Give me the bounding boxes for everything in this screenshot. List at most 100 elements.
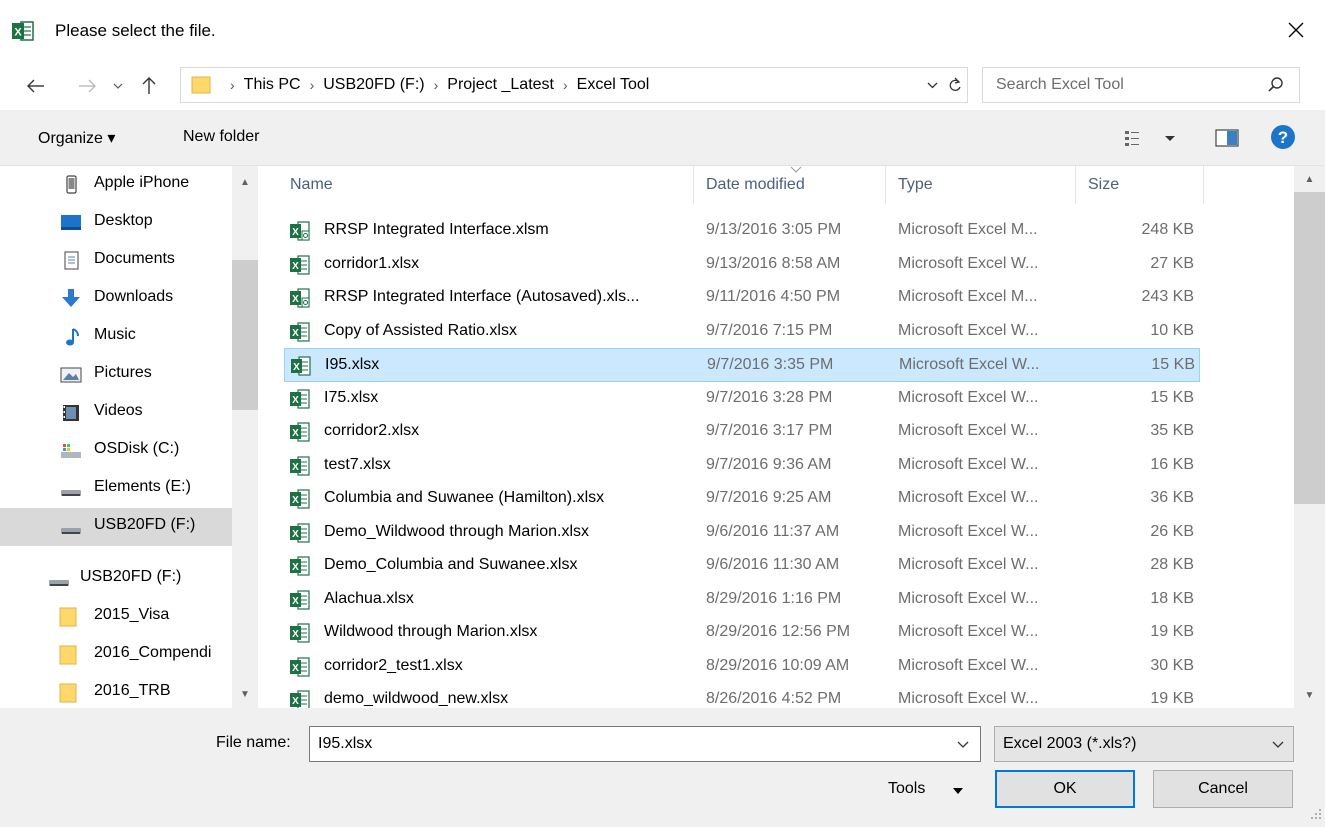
nav-item-label: Music bbox=[94, 326, 136, 343]
search-box[interactable]: Search Excel Tool bbox=[982, 67, 1300, 103]
address-bar[interactable]: › This PC › USB20FD (F:) › Project _Late… bbox=[180, 67, 968, 103]
nav-item-label: Downloads bbox=[94, 288, 174, 305]
address-history-button[interactable] bbox=[921, 68, 943, 102]
up-button[interactable] bbox=[137, 73, 161, 99]
cancel-button[interactable]: Cancel bbox=[1153, 770, 1293, 808]
file-scroll-up-icon[interactable]: ▲ bbox=[1294, 166, 1325, 192]
nav-item[interactable]: Videos bbox=[0, 394, 232, 432]
file-name-input[interactable] bbox=[309, 726, 981, 762]
tools-button[interactable]: Tools bbox=[888, 780, 925, 798]
file-row[interactable]: Xcorridor1.xlsx 9/13/2016 8:58 AM Microsof… bbox=[284, 248, 1200, 282]
file-row[interactable]: Xdemo_wildwood_new.xlsx 8/26/2016 4:52 PM… bbox=[284, 683, 1200, 708]
recent-locations-button[interactable] bbox=[110, 73, 126, 99]
column-header-type[interactable]: Type bbox=[886, 166, 1076, 204]
file-type-select[interactable]: Excel 2003 (*.xls?) bbox=[994, 726, 1294, 762]
nav-item-label: Videos bbox=[94, 402, 143, 419]
nav-item[interactable]: Music bbox=[0, 318, 232, 356]
chevron-down-icon bbox=[957, 741, 969, 748]
file-row[interactable]: X Demo_Columbia and Suwanee.xlsx 9/6/2016 … bbox=[284, 549, 1200, 583]
file-row[interactable]: X I75.xlsx 9/7/2016 3:28 PM Microsoft Excel… bbox=[284, 382, 1200, 416]
file-row[interactable]: X RRSP Integrated Interface.xlsm 9/13/2016… bbox=[284, 214, 1200, 248]
svg-text:X: X bbox=[292, 629, 299, 640]
breadcrumb-usb-drive[interactable]: USB20FD (F:) bbox=[323, 76, 424, 94]
column-header-size[interactable]: Size bbox=[1076, 166, 1204, 204]
nav-item[interactable]: Desktop bbox=[0, 204, 232, 242]
nav-item-label: Elements (E:) bbox=[94, 478, 191, 495]
file-size-cell: 19 KB bbox=[1150, 623, 1194, 640]
file-row[interactable]: Xtest7.xlsx 9/7/2016 9:36 AM Microsoft Exc… bbox=[284, 449, 1200, 483]
change-view-icon[interactable] bbox=[1123, 127, 1183, 149]
refresh-button[interactable] bbox=[943, 68, 967, 102]
svg-text:X: X bbox=[292, 696, 299, 707]
breadcrumb-separator: › bbox=[563, 77, 568, 93]
breadcrumb-this-pc[interactable]: This PC bbox=[244, 76, 301, 94]
close-icon[interactable] bbox=[1284, 18, 1308, 42]
folder-icon bbox=[58, 645, 80, 665]
nav-scrollbar-thumb[interactable] bbox=[232, 260, 258, 410]
file-list-scrollbar-thumb[interactable] bbox=[1294, 192, 1325, 504]
column-header-name[interactable]: Name bbox=[270, 166, 694, 204]
help-icon[interactable]: ? bbox=[1270, 124, 1296, 150]
file-row[interactable]: X Copy of Assisted Ratio.xlsx 9/7/2016 7:1… bbox=[284, 315, 1200, 349]
file-date-cell: 9/6/2016 11:30 AM bbox=[706, 556, 840, 573]
file-row[interactable]: Xcorridor2.xlsx 9/7/2016 3:17 PM Microsoft… bbox=[284, 415, 1200, 449]
forward-arrow-icon bbox=[79, 79, 96, 93]
excel-file-icon: X bbox=[290, 522, 310, 543]
organize-button[interactable]: Organize ▾ bbox=[38, 128, 115, 148]
excel-file-icon: X bbox=[290, 388, 310, 409]
forward-button[interactable] bbox=[75, 73, 99, 99]
file-type-dropdown[interactable] bbox=[1265, 727, 1291, 761]
nav-item[interactable]: Pictures bbox=[0, 356, 232, 394]
back-button[interactable] bbox=[24, 73, 48, 99]
nav-item[interactable]: 2016_Compendi bbox=[0, 636, 232, 674]
phone-icon bbox=[60, 175, 82, 195]
nav-item[interactable]: OSDisk (C:) bbox=[0, 432, 232, 470]
svg-text:X: X bbox=[292, 462, 299, 473]
chevron-down-icon bbox=[1272, 741, 1284, 748]
file-row[interactable]: X RRSP Integrated Interface (Autosaved).x… bbox=[284, 281, 1200, 315]
nav-scroll-down-icon[interactable]: ▼ bbox=[232, 682, 258, 706]
preview-pane-icon[interactable] bbox=[1215, 128, 1239, 148]
file-name-cell: test7.xlsx bbox=[324, 455, 391, 473]
file-type-cell: Microsoft Excel W... bbox=[898, 321, 1039, 339]
file-name-cell: corridor2.xlsx bbox=[324, 422, 420, 439]
ok-button[interactable]: OK bbox=[995, 770, 1135, 808]
svg-text:X: X bbox=[292, 495, 299, 506]
nav-item-label: Desktop bbox=[94, 212, 153, 229]
pictures-icon bbox=[60, 365, 82, 385]
nav-item[interactable]: 2015_Visa bbox=[0, 598, 232, 636]
nav-scrollbar[interactable] bbox=[232, 166, 258, 708]
file-scroll-down-icon[interactable]: ▼ bbox=[1294, 682, 1325, 708]
file-name-cell: Wildwood through Marion.xlsx bbox=[324, 623, 538, 640]
file-date-cell: 9/7/2016 9:36 AM bbox=[706, 455, 832, 473]
svg-text:?: ? bbox=[1278, 128, 1288, 147]
file-row[interactable]: X Demo_Wildwood through Marion.xlsx 9/6/20… bbox=[284, 516, 1200, 550]
file-type-cell: Microsoft Excel M... bbox=[898, 288, 1038, 305]
file-row[interactable]: X Columbia and Suwanee (Hamilton).xlsx 9/7… bbox=[284, 482, 1200, 516]
nav-item[interactable]: USB20FD (F:) bbox=[0, 560, 232, 598]
nav-item[interactable]: Apple iPhone bbox=[0, 166, 232, 204]
file-row[interactable]: X Wildwood through Marion.xlsx 8/29/2016 1… bbox=[284, 616, 1200, 650]
nav-item[interactable]: 2016_TRB bbox=[0, 674, 232, 708]
tools-dropdown-icon[interactable] bbox=[952, 786, 964, 796]
file-row[interactable]: Xcorridor2_test1.xlsx 8/29/2016 10:09 AM M… bbox=[284, 650, 1200, 684]
file-name-dropdown[interactable] bbox=[946, 727, 980, 761]
file-size-cell: 28 KB bbox=[1150, 556, 1194, 573]
nav-item[interactable]: Elements (E:) bbox=[0, 470, 232, 508]
nav-scroll-up-icon[interactable]: ▲ bbox=[232, 170, 258, 194]
nav-item[interactable]: Downloads bbox=[0, 280, 232, 318]
file-row[interactable]: X I95.xlsx 9/7/2016 3:35 PM Microsoft Excel… bbox=[284, 348, 1200, 382]
svg-text:X: X bbox=[292, 227, 299, 238]
up-arrow-icon bbox=[142, 77, 156, 94]
resize-grip-icon[interactable] bbox=[1310, 808, 1322, 820]
file-row[interactable]: X Alachua.xlsx 8/29/2016 1:16 PM Microsoft … bbox=[284, 583, 1200, 617]
search-input[interactable]: Search Excel Tool bbox=[996, 68, 1124, 102]
breadcrumb-project-latest[interactable]: Project _Latest bbox=[447, 76, 554, 94]
nav-item[interactable]: USB20FD (F:) bbox=[0, 508, 232, 546]
file-size-cell: 27 KB bbox=[1150, 254, 1194, 272]
search-icon[interactable] bbox=[1267, 76, 1285, 94]
nav-item[interactable]: Documents bbox=[0, 242, 232, 280]
file-type-cell: Microsoft Excel W... bbox=[898, 589, 1039, 607]
breadcrumb-excel-tool[interactable]: Excel Tool bbox=[577, 76, 650, 94]
new-folder-button[interactable]: New folder bbox=[183, 128, 259, 146]
